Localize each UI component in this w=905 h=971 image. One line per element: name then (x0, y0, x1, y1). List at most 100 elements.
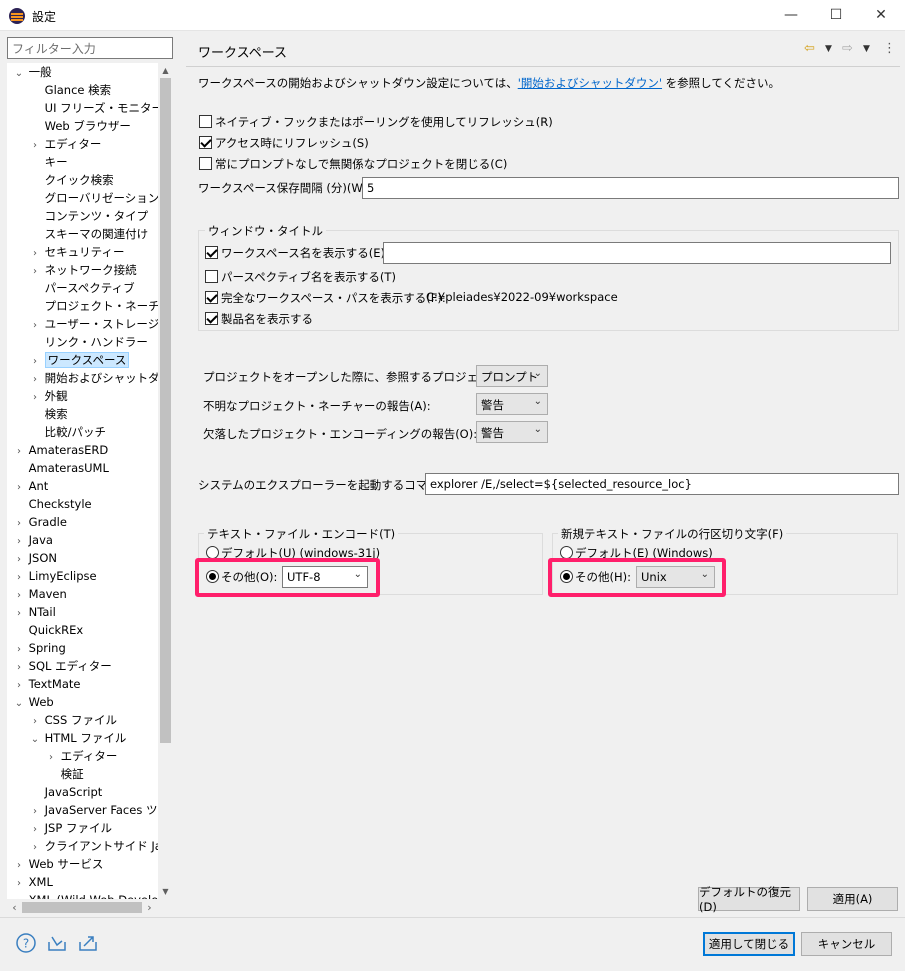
tree-item[interactable]: › AmaterasERD (13, 441, 108, 459)
text-encoding-group-label: テキスト・ファイル・エンコード(T) (204, 526, 399, 542)
scroll-down-arrow-icon[interactable]: ▼ (158, 884, 173, 899)
tree-item[interactable]: › JSP ファイル (29, 819, 112, 837)
native-refresh-checkbox[interactable] (199, 115, 212, 128)
tree-item[interactable]: Web ブラウザー (29, 117, 131, 135)
tree-item[interactable]: › XML (Wild Web Developer) (13, 891, 173, 899)
tree-item[interactable]: › 外観 (29, 387, 68, 405)
tree-item[interactable]: › ユーザー・ストレージ・サービス (29, 315, 173, 333)
tree-item-label: グローバリゼーション (44, 191, 160, 205)
tree-item[interactable]: › ワークスペース (29, 351, 130, 369)
tree-item[interactable]: Glance 検索 (29, 81, 112, 99)
tree-item-label: CSS ファイル (44, 713, 117, 727)
tree-item[interactable]: › JavaServer Faces ツール (29, 801, 173, 819)
maximize-button[interactable]: ☐ (813, 0, 859, 30)
minimize-button[interactable]: — (768, 0, 814, 30)
tree-item[interactable]: › セキュリティー (29, 243, 124, 261)
tree-item[interactable]: › Maven (13, 585, 67, 603)
tree-item[interactable]: › Gradle (13, 513, 67, 531)
tree-item-label: プロジェクト・ネーチャー (44, 299, 173, 313)
tree-item[interactable]: スキーマの関連付け (29, 225, 149, 243)
window-title-group-label: ウィンドウ・タイトル (205, 223, 326, 239)
show-ws-name-label: ワークスペース名を表示する(E): (221, 246, 389, 260)
tree-item[interactable]: ⌄ Web (13, 693, 54, 711)
tree-item[interactable]: › エディター (29, 135, 101, 153)
expanded-chevron-icon[interactable]: ⌄ (13, 65, 25, 83)
tree-item[interactable]: 比較/パッチ (29, 423, 106, 441)
show-ws-name-checkbox[interactable] (205, 246, 218, 259)
apply-and-close-button[interactable]: 適用して閉じる (703, 932, 795, 956)
restore-defaults-button[interactable]: デフォルトの復元(D) (698, 885, 800, 914)
tree-item-label: JavaScript (44, 785, 103, 799)
tree-item[interactable]: › Spring (13, 639, 66, 657)
back-arrow-icon[interactable]: ⇦ (804, 41, 815, 57)
show-full-path-checkbox[interactable] (205, 291, 218, 304)
filter-input[interactable]: フィルター入力 (7, 37, 173, 59)
ws-name-input[interactable] (383, 242, 891, 264)
preference-tree[interactable]: ⌄ 一般 Glance 検索 UI フリーズ・モニター Web ブラウザー › エ… (7, 63, 173, 899)
tree-item[interactable]: AmaterasUML (13, 459, 109, 477)
close-unrelated-checkbox[interactable] (199, 157, 212, 170)
tree-item[interactable]: › クライアントサイド JavaScript (29, 837, 173, 855)
expanded-chevron-icon[interactable]: ⌄ (13, 695, 25, 713)
tree-item[interactable]: クイック検索 (29, 171, 114, 189)
tree-item[interactable]: › Web サービス (13, 855, 103, 873)
tree-item-label: AmaterasUML (28, 461, 109, 475)
tree-item[interactable]: コンテンツ・タイプ (29, 207, 149, 225)
tree-item[interactable]: グローバリゼーション (29, 189, 160, 207)
refresh-on-access-checkbox[interactable] (199, 136, 212, 149)
tree-item[interactable]: キー (29, 153, 68, 171)
tree-item[interactable]: Checkstyle (13, 495, 92, 513)
tree-item[interactable]: › LimyEclipse (13, 567, 97, 585)
tree-item[interactable]: ⌄ HTML ファイル (29, 729, 127, 749)
tree-vertical-scroll-thumb[interactable] (160, 78, 171, 743)
forward-arrow-icon[interactable]: ⇨ (842, 41, 853, 57)
tree-item-label: XML (28, 875, 53, 889)
tree-item[interactable]: JavaScript (29, 783, 103, 801)
tree-horizontal-scroll-thumb[interactable] (22, 902, 142, 913)
scroll-up-arrow-icon[interactable]: ▲ (158, 63, 173, 78)
tree-item[interactable]: 検証 (45, 765, 84, 783)
tree-item[interactable]: › NTail (13, 603, 56, 621)
tree-item[interactable]: ⌄ 一般 (13, 63, 52, 81)
intro-suffix: を参照してください。 (662, 76, 780, 90)
view-menu-icon[interactable]: ⋮ (883, 41, 896, 57)
close-button[interactable]: ✕ (858, 0, 904, 30)
tree-item[interactable]: › Java (13, 531, 53, 549)
tree-item[interactable]: › SQL エディター (13, 657, 112, 675)
startup-shutdown-link[interactable]: '開始およびシャットダウン' (518, 76, 662, 90)
tree-item[interactable]: › JSON (13, 549, 57, 567)
import-icon[interactable] (46, 932, 68, 954)
tree-item[interactable]: › エディター (45, 747, 117, 765)
forward-menu-chevron-icon[interactable]: ▼ (863, 44, 870, 60)
tree-item[interactable]: リンク・ハンドラー (29, 333, 148, 351)
tree-item[interactable]: › Ant (13, 477, 48, 495)
scroll-left-arrow-icon[interactable]: ‹ (7, 899, 22, 916)
tree-item-label: Glance 検索 (44, 83, 112, 97)
tree-item[interactable]: パースペクティブ (29, 279, 135, 297)
tree-item[interactable]: QuickREx (13, 621, 84, 639)
scroll-right-arrow-icon[interactable]: › (142, 899, 157, 916)
tree-item[interactable]: 検索 (29, 405, 68, 423)
tree-item-label: ワークスペース (44, 352, 130, 368)
save-interval-input[interactable]: 5 (362, 177, 899, 199)
help-icon[interactable]: ? (15, 932, 37, 954)
tree-item[interactable]: プロジェクト・ネーチャー (29, 297, 173, 315)
tree-item[interactable]: UI フリーズ・モニター (29, 99, 163, 117)
tree-item[interactable]: › ネットワーク接続 (29, 261, 137, 279)
export-icon[interactable] (77, 932, 99, 954)
show-product-checkbox[interactable] (205, 312, 218, 325)
tree-item[interactable]: › CSS ファイル (29, 711, 117, 729)
explorer-command-input[interactable]: explorer /E,/select=${selected_resource_… (425, 473, 899, 495)
expanded-chevron-icon[interactable]: ⌄ (29, 731, 41, 749)
show-perspective-checkbox[interactable] (205, 270, 218, 283)
cancel-button[interactable]: キャンセル (801, 932, 892, 956)
open-referenced-select[interactable]: プロンプト ⌄ (476, 365, 548, 387)
missing-encoding-select[interactable]: 警告 ⌄ (476, 421, 548, 443)
apply-button[interactable]: 適用(A) (807, 887, 898, 911)
back-menu-chevron-icon[interactable]: ▼ (825, 44, 832, 60)
tree-item[interactable]: › XML (13, 873, 53, 891)
tree-item[interactable]: › TextMate (13, 675, 80, 693)
tree-item[interactable]: › 開始およびシャットダウン (29, 369, 173, 387)
unknown-nature-select[interactable]: 警告 ⌄ (476, 393, 548, 415)
panel-splitter[interactable] (180, 31, 184, 917)
